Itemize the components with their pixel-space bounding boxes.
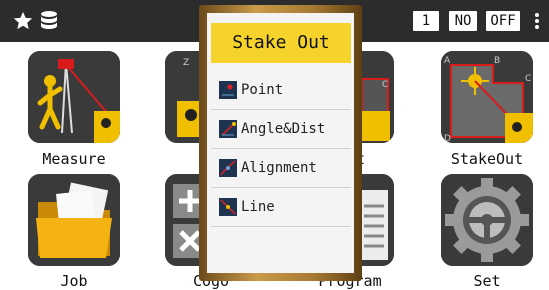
stakeout-label: StakeOut — [450, 150, 524, 168]
measure-icon — [28, 51, 120, 143]
gear-icon — [441, 174, 533, 266]
set-label: Set — [473, 272, 501, 290]
database-icon[interactable] — [40, 10, 58, 36]
svg-text:C: C — [382, 80, 388, 90]
stakeout-icon: A B C D — [441, 51, 533, 143]
menu-item-angle-dist[interactable]: Angle&Dist — [211, 110, 351, 149]
popup-title: Stake Out — [211, 23, 351, 63]
measure-label: Measure — [42, 150, 106, 168]
folder-icon — [28, 174, 120, 266]
stakeout-tile[interactable]: A B C D — [441, 51, 533, 143]
menu-item-point[interactable]: Point — [211, 71, 351, 110]
menu-item-alignment-label: Alignment — [241, 160, 317, 176]
svg-text:D: D — [444, 134, 451, 143]
stake-out-menu: Stake Out Point Angle&Dist Alignment Lin… — [207, 13, 354, 273]
menu-item-angle-dist-label: Angle&Dist — [241, 121, 326, 137]
alignment-icon — [219, 159, 237, 177]
menu-item-line[interactable]: Line — [211, 188, 351, 227]
measure-tile[interactable] — [28, 51, 120, 143]
menu-item-line-label: Line — [241, 199, 275, 215]
status-number[interactable]: 1 — [413, 11, 439, 31]
star-icon[interactable] — [12, 10, 34, 36]
svg-text:A: A — [444, 56, 451, 66]
point-icon — [219, 81, 237, 99]
menu-item-alignment[interactable]: Alignment — [211, 149, 351, 188]
svg-text:B: B — [494, 56, 500, 66]
overflow-menu-icon[interactable] — [534, 11, 540, 31]
angle-distance-icon — [219, 120, 237, 138]
svg-text:Z: Z — [183, 58, 189, 68]
menu-item-point-label: Point — [241, 82, 284, 98]
status-off[interactable]: OFF — [486, 11, 520, 31]
stake-out-popup: Stake Out Point Angle&Dist Alignment Lin… — [199, 5, 362, 281]
set-tile[interactable] — [441, 174, 533, 266]
status-no[interactable]: NO — [449, 11, 477, 31]
line-icon — [219, 198, 237, 216]
svg-text:C: C — [525, 74, 531, 84]
job-tile[interactable] — [28, 174, 120, 266]
job-label: Job — [60, 272, 88, 290]
